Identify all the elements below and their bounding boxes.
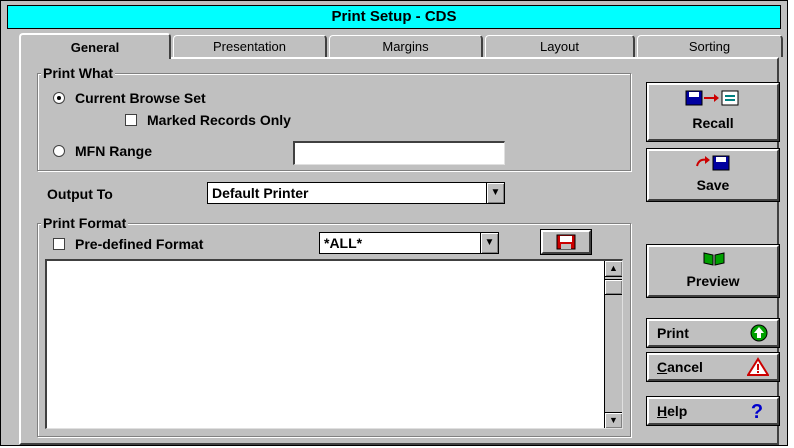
question-mark-icon: ? xyxy=(751,401,763,422)
go-arrow-circle-icon xyxy=(750,324,768,342)
tab-presentation-label: Presentation xyxy=(213,39,286,54)
mfn-range-label[interactable]: MFN Range xyxy=(75,143,152,159)
recall-disk-to-form-icon xyxy=(685,90,739,106)
print-what-legend: Print What xyxy=(41,65,115,81)
format-select[interactable]: *ALL* ▼ xyxy=(319,232,499,254)
tab-layout[interactable]: Layout xyxy=(485,35,635,57)
floppy-disk-icon xyxy=(556,234,576,250)
mfn-range-radio[interactable] xyxy=(53,145,65,157)
tab-sorting-label: Sorting xyxy=(688,39,731,54)
print-button[interactable]: Print xyxy=(646,318,780,348)
output-to-label: Output To xyxy=(47,186,113,202)
current-browse-set-label[interactable]: Current Browse Set xyxy=(75,90,206,106)
mfn-range-input[interactable] xyxy=(293,141,505,165)
preview-button-label: Preview xyxy=(686,273,740,289)
dialog-title-bar[interactable]: Print Setup - CDS xyxy=(7,5,781,29)
current-browse-set-radio[interactable] xyxy=(53,92,65,104)
print-button-label: Print xyxy=(657,325,689,341)
cancel-mnemonic: C xyxy=(657,359,668,375)
predefined-format-label[interactable]: Pre-defined Format xyxy=(75,236,203,252)
tab-margins-label: Margins xyxy=(382,39,429,54)
marked-records-label[interactable]: Marked Records Only xyxy=(147,112,291,128)
svg-text:?: ? xyxy=(751,401,763,422)
save-button[interactable]: Save xyxy=(646,148,780,202)
arrow-down-icon: ▼ xyxy=(609,415,618,425)
help-rest: elp xyxy=(667,403,688,419)
format-dropdown-button[interactable]: ▼ xyxy=(480,233,498,253)
marked-records-checkbox[interactable] xyxy=(125,114,137,126)
recall-button-label: Recall xyxy=(692,115,734,131)
help-button[interactable]: Help ? xyxy=(646,396,780,426)
scroll-thumb[interactable] xyxy=(605,279,622,295)
format-vertical-scrollbar[interactable]: ▲ ▼ xyxy=(604,261,622,428)
preview-button[interactable]: Preview xyxy=(646,244,780,298)
arrow-up-icon: ▲ xyxy=(609,263,618,273)
cancel-button[interactable]: Cancel xyxy=(646,352,780,382)
tab-layout-label: Layout xyxy=(539,39,580,54)
open-book-icon xyxy=(703,252,725,266)
tab-presentation[interactable]: Presentation xyxy=(173,35,327,57)
format-text-area[interactable]: ▲ ▼ xyxy=(45,259,623,429)
save-disk-icon xyxy=(696,155,730,171)
scroll-down-button[interactable]: ▼ xyxy=(605,412,622,428)
cancel-button-label: Cancel xyxy=(657,359,703,375)
chevron-down-icon: ▼ xyxy=(490,187,501,198)
help-button-label: Help xyxy=(657,403,687,419)
output-to-value: Default Printer xyxy=(212,185,309,201)
tab-general-label: General xyxy=(70,40,120,55)
help-mnemonic: H xyxy=(657,403,668,419)
cancel-rest: ancel xyxy=(667,359,703,375)
warning-triangle-icon xyxy=(747,357,769,376)
tab-margins[interactable]: Margins xyxy=(329,35,483,57)
print-setup-dialog: Print Setup - CDS General Presentation M… xyxy=(0,0,788,446)
output-to-dropdown-button[interactable]: ▼ xyxy=(486,183,504,203)
recall-button[interactable]: Recall xyxy=(646,82,780,142)
predefined-format-checkbox[interactable] xyxy=(53,238,65,250)
output-to-select[interactable]: Default Printer ▼ xyxy=(207,182,505,204)
scroll-up-button[interactable]: ▲ xyxy=(605,261,622,277)
tab-sorting[interactable]: Sorting xyxy=(637,35,783,57)
dialog-title: Print Setup - CDS xyxy=(331,8,457,25)
tab-general[interactable]: General xyxy=(19,33,171,59)
print-format-legend: Print Format xyxy=(41,215,129,231)
chevron-down-icon: ▼ xyxy=(484,237,495,248)
save-button-label: Save xyxy=(696,177,730,193)
save-format-button[interactable] xyxy=(540,229,592,255)
format-select-value: *ALL* xyxy=(324,235,363,251)
